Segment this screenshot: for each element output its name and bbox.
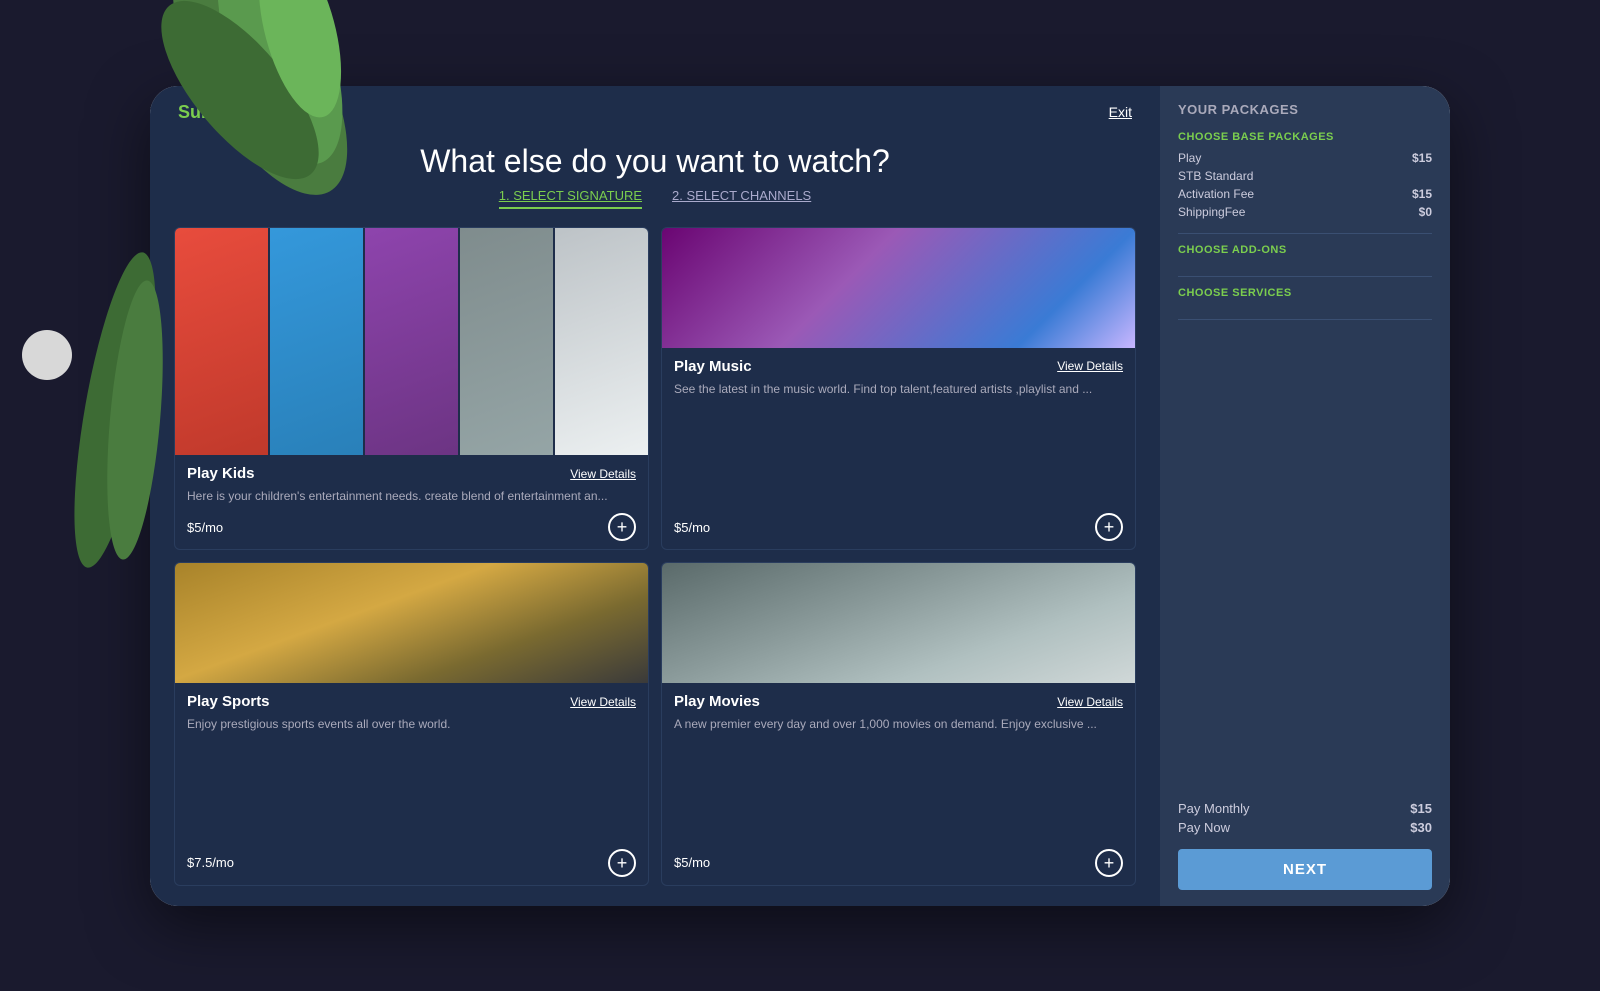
card-movies-body: Play Movies View Details A new premier e… [662,683,1135,885]
sidebar: YOUR PACKAGES CHOOSE BASE PACKAGES Play … [1160,86,1450,906]
card-kids-add-button[interactable]: + [608,513,636,541]
card-sports-footer: $7.5/mo + [187,849,636,877]
card-kids-body: Play Kids View Details Here is your chil… [175,455,648,549]
card-movies-price: $5/mo [674,855,710,870]
pay-monthly-label: Pay Monthly [1178,801,1250,816]
card-sports-body: Play Sports View Details Enjoy prestigio… [175,683,648,885]
pay-now-row: Pay Now $30 [1178,820,1432,835]
sidebar-spacer [1178,330,1432,801]
card-play-movies: Play Movies View Details A new premier e… [661,562,1136,886]
card-movies-view-details[interactable]: View Details [1057,695,1123,709]
sidebar-value-activation: $15 [1412,187,1432,201]
card-music-price: $5/mo [674,520,710,535]
card-music-add-button[interactable]: + [1095,513,1123,541]
sidebar-divider-3 [1178,319,1432,320]
sidebar-label-shipping: ShippingFee [1178,205,1245,219]
sidebar-footer: Pay Monthly $15 Pay Now $30 NEXT [1178,801,1432,890]
decorative-leaf-left [55,220,235,600]
pay-now-value: $30 [1410,820,1432,835]
card-sports-price: $7.5/mo [187,855,234,870]
card-music-image [662,228,1135,348]
pay-monthly-row: Pay Monthly $15 [1178,801,1432,816]
pay-monthly-value: $15 [1410,801,1432,816]
card-kids-footer: $5/mo + [187,513,636,541]
card-sports-title-row: Play Sports View Details [187,693,636,710]
card-movies-footer: $5/mo + [674,849,1123,877]
sidebar-section-addons[interactable]: CHOOSE ADD-ONS [1178,244,1432,256]
card-movies-add-button[interactable]: + [1095,849,1123,877]
sidebar-row-stb: STB Standard [1178,169,1432,183]
card-music-title-row: Play Music View Details [674,358,1123,375]
exit-button[interactable]: Exit [1109,104,1132,120]
cards-grid: Play Kids View Details Here is your chil… [150,227,1160,906]
sidebar-label-activation: Activation Fee [1178,187,1254,201]
sidebar-value-shipping: $0 [1419,205,1432,219]
sidebar-value-play: $15 [1412,151,1432,165]
card-music-body: Play Music View Details See the latest i… [662,348,1135,550]
sidebar-row-play: Play $15 [1178,151,1432,165]
sidebar-title: YOUR PACKAGES [1178,102,1432,117]
sidebar-section-base[interactable]: CHOOSE BASE PACKAGES [1178,131,1432,143]
card-movies-image [662,563,1135,683]
sidebar-section-services[interactable]: CHOOSE SERVICES [1178,287,1432,299]
sidebar-row-shipping: ShippingFee $0 [1178,205,1432,219]
card-music-description: See the latest in the music world. Find … [674,381,1123,506]
step-2[interactable]: 2. SELECT CHANNELS [672,188,811,209]
pay-now-label: Pay Now [1178,820,1230,835]
kids-strip-4 [460,228,553,456]
sidebar-label-stb: STB Standard [1178,169,1253,183]
card-sports-view-details[interactable]: View Details [570,695,636,709]
card-kids-view-details[interactable]: View Details [570,467,636,481]
card-sports-image [175,563,648,683]
sidebar-divider-2 [1178,276,1432,277]
step-1[interactable]: 1. SELECT SIGNATURE [499,188,642,209]
card-kids-description: Here is your children's entertainment ne… [187,488,636,505]
card-movies-description: A new premier every day and over 1,000 m… [674,716,1123,841]
card-music-view-details[interactable]: View Details [1057,359,1123,373]
kids-strip-5 [555,228,648,456]
sidebar-row-activation: Activation Fee $15 [1178,187,1432,201]
card-music-footer: $5/mo + [674,513,1123,541]
card-sports-title: Play Sports [187,693,270,710]
card-movies-title: Play Movies [674,693,760,710]
sidebar-divider-1 [1178,233,1432,234]
card-play-music: Play Music View Details See the latest i… [661,227,1136,551]
card-sports-description: Enjoy prestigious sports events all over… [187,716,636,841]
card-kids-title-row: Play Kids View Details [187,465,636,482]
card-sports-add-button[interactable]: + [608,849,636,877]
kids-strip-3 [365,228,458,456]
card-play-sports: Play Sports View Details Enjoy prestigio… [174,562,649,886]
circle-decoration [22,330,72,380]
card-music-title: Play Music [674,358,752,375]
next-button[interactable]: NEXT [1178,849,1432,890]
card-movies-title-row: Play Movies View Details [674,693,1123,710]
sidebar-label-play: Play [1178,151,1201,165]
